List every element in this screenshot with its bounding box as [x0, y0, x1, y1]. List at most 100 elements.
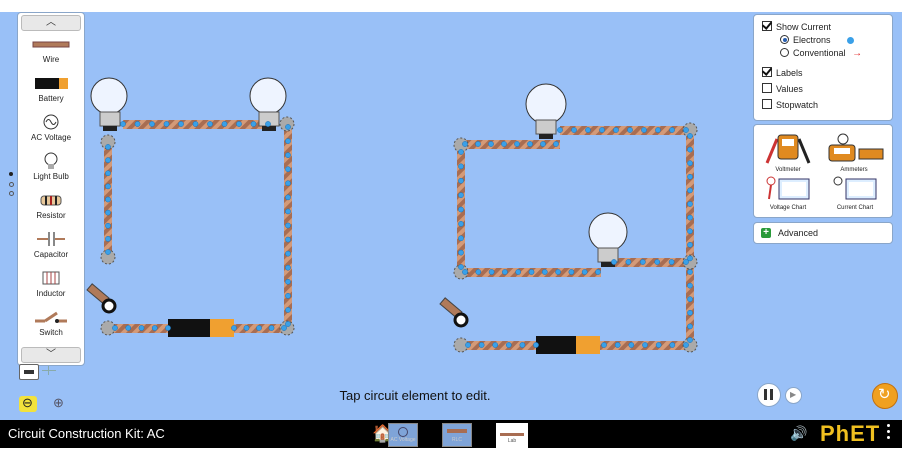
toolbox-item-battery[interactable]: Battery — [18, 72, 84, 110]
circuit-left[interactable] — [86, 77, 295, 337]
wire[interactable] — [612, 258, 688, 267]
screen-button-ac-voltage[interactable]: AC Voltage — [388, 423, 418, 447]
phet-menu-button[interactable] — [887, 424, 890, 442]
electron — [281, 325, 287, 331]
switch-icon — [31, 308, 71, 326]
checkbox-icon — [762, 99, 772, 109]
electron — [687, 133, 693, 139]
reset-all-button[interactable]: ↻ — [872, 383, 898, 409]
battery[interactable] — [168, 319, 234, 337]
ammeters-tool[interactable]: Ammeters — [822, 131, 886, 173]
scroll-up-button[interactable]: ︿ — [21, 15, 81, 31]
electron — [488, 269, 495, 275]
electron — [285, 307, 291, 313]
toolbox-item-ac-voltage[interactable]: AC Voltage — [18, 111, 84, 149]
toolbox-item-label: AC Voltage — [30, 133, 72, 142]
electron — [642, 342, 648, 348]
battery-icon — [31, 74, 71, 92]
electron — [687, 201, 693, 207]
electron — [285, 208, 291, 215]
capacitor-icon — [31, 230, 71, 248]
labels-checkbox[interactable]: Labels — [762, 67, 803, 78]
zoom-in-icon: ⊕ — [53, 395, 64, 410]
electron — [285, 222, 291, 229]
component-toolbox: ︿ Wire Battery AC Voltage Light Bulb Resisto… — [17, 12, 85, 366]
electron — [285, 236, 291, 243]
advanced-accordion[interactable]: + Advanced — [753, 222, 893, 244]
electron — [555, 269, 561, 275]
voltmeter-icon — [765, 134, 811, 164]
page-indicator-active[interactable] — [9, 172, 13, 176]
electron — [687, 146, 693, 153]
inductor-icon — [31, 269, 71, 287]
schematic-toggle-schematic[interactable] — [40, 364, 58, 378]
radio-icon — [780, 35, 789, 44]
voltage-chart-tool[interactable]: Voltage Chart — [760, 175, 816, 211]
electron — [125, 325, 132, 331]
electron — [134, 121, 141, 127]
toolbox-item-light-bulb[interactable]: Light Bulb — [18, 150, 84, 188]
electron — [458, 149, 464, 155]
stopwatch-checkbox[interactable]: Stopwatch — [762, 99, 818, 110]
electron — [458, 206, 464, 213]
electron — [628, 342, 635, 348]
lab-icon — [500, 433, 524, 436]
electron — [683, 127, 689, 133]
battery[interactable] — [536, 336, 600, 354]
schematic-toggle-lifelike[interactable] — [19, 364, 39, 380]
step-forward-button[interactable]: ▶ — [785, 387, 802, 404]
electron — [687, 160, 693, 167]
electron — [120, 121, 126, 127]
conventional-radio[interactable]: Conventional → — [780, 48, 862, 59]
app-title: Circuit Construction Kit: AC — [8, 426, 165, 441]
electron — [540, 141, 546, 147]
page-indicator[interactable] — [9, 182, 14, 187]
electron — [105, 157, 111, 163]
wire[interactable] — [465, 341, 537, 350]
current-chart-icon — [833, 176, 877, 200]
switch[interactable] — [439, 297, 469, 328]
electron — [527, 141, 533, 147]
toolbox-item-switch[interactable]: Switch — [18, 306, 84, 344]
toolbox-item-inductor[interactable]: Inductor — [18, 267, 84, 305]
values-checkbox[interactable]: Values — [762, 83, 803, 94]
electron — [285, 180, 291, 187]
electrons-radio[interactable]: Electrons — [780, 35, 855, 45]
electron — [541, 269, 548, 275]
voltmeter-tool[interactable]: Voltmeter — [760, 131, 816, 173]
ac-source-icon — [398, 427, 408, 437]
electron — [458, 264, 464, 270]
phet-logo: PhET — [820, 421, 881, 446]
electron — [105, 170, 111, 177]
zoom-out-button[interactable]: ⊖ — [19, 395, 37, 412]
radio-icon — [780, 48, 789, 57]
toolbox-item-resistor[interactable]: Resistor — [18, 189, 84, 227]
electron — [105, 144, 111, 150]
circuit-right[interactable] — [439, 83, 698, 354]
play-pause-button[interactable] — [757, 383, 781, 407]
electron — [285, 152, 291, 158]
toolbox-item-label: Inductor — [36, 289, 66, 298]
electron — [571, 127, 577, 133]
zoom-out-icon: ⊖ — [22, 395, 33, 410]
page-indicator[interactable] — [9, 191, 14, 196]
electron — [458, 192, 464, 198]
show-current-checkbox[interactable]: Show Current — [762, 21, 831, 32]
current-chart-tool[interactable]: Current Chart — [824, 175, 886, 211]
electron — [105, 236, 111, 242]
sound-button[interactable]: 🔊 — [790, 425, 807, 442]
electron — [654, 259, 661, 265]
electron — [687, 187, 693, 194]
electron — [585, 127, 591, 133]
scroll-down-button[interactable]: ﹀ — [21, 347, 81, 363]
screen-button-rlc[interactable]: RLC — [442, 423, 472, 447]
screen-button-lab[interactable]: Lab — [496, 423, 528, 449]
electron — [105, 249, 111, 255]
voltage-chart-icon — [766, 176, 810, 200]
electron — [458, 163, 464, 170]
toolbox-item-wire[interactable]: Wire — [18, 33, 84, 71]
toolbox-item-capacitor[interactable]: Capacitor — [18, 228, 84, 266]
electron — [105, 183, 111, 190]
zoom-in-button[interactable]: ⊕ — [52, 395, 68, 412]
switch[interactable] — [86, 283, 117, 314]
